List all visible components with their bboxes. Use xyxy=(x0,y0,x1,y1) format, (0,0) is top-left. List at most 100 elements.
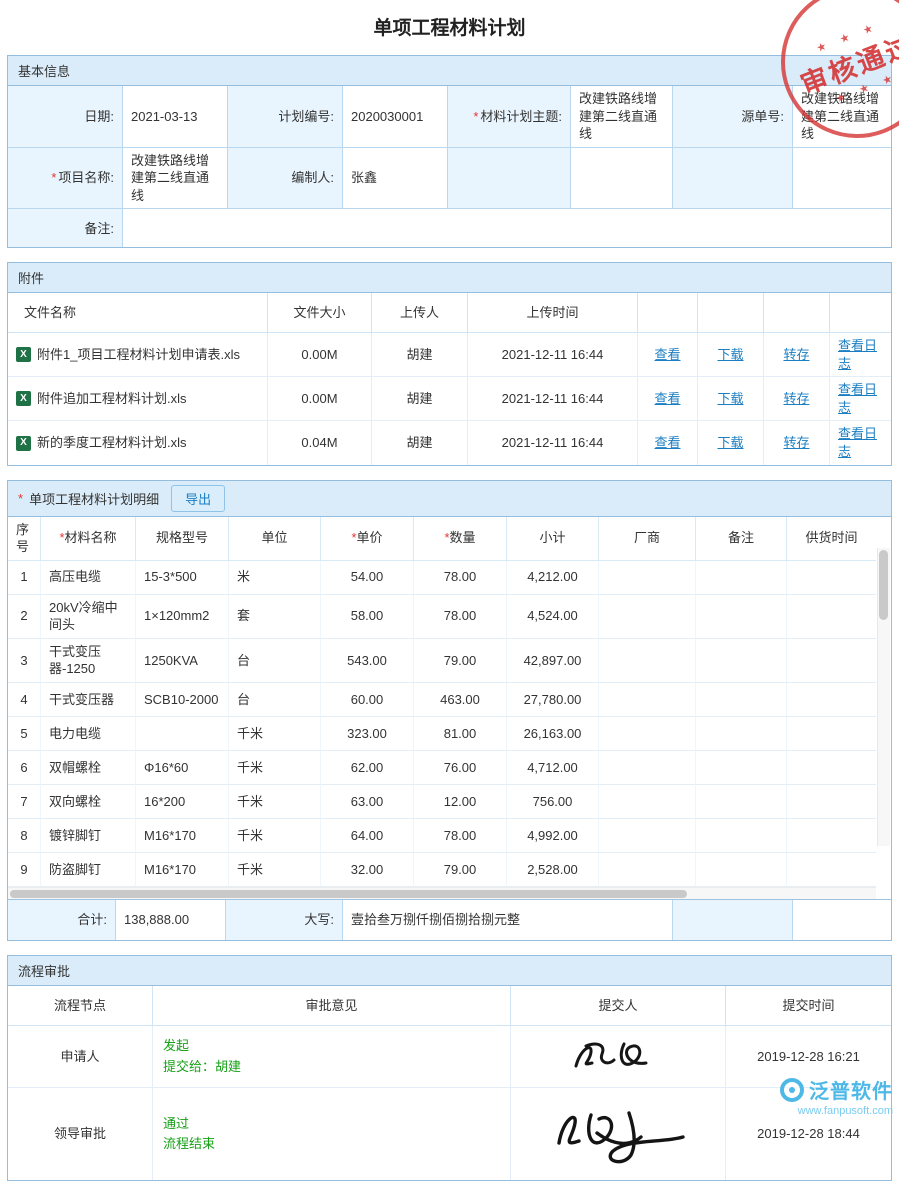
approval-table-header: 流程节点 审批意见 提交人 提交时间 xyxy=(8,986,891,1026)
col-file-size: 文件大小 xyxy=(268,293,372,333)
file-size: 0.04M xyxy=(268,421,372,464)
empty-label-cell xyxy=(448,148,571,210)
source-no-label: 源单号: xyxy=(673,86,793,148)
empty-label-cell xyxy=(673,900,793,940)
attachments-table-header: 文件名称 文件大小 上传人 上传时间 xyxy=(8,293,891,333)
author-value: 张鑫 xyxy=(343,148,448,210)
subject-label: *材料计划主题: xyxy=(448,86,571,148)
col-approval-opinion: 审批意见 xyxy=(153,986,511,1026)
flow-node: 领导审批 xyxy=(8,1088,153,1180)
basic-info-section-header: 基本信息 xyxy=(8,56,891,86)
attachment-row: X附件1_项目工程材料计划申请表.xls 0.00M 胡建 2021-12-11… xyxy=(8,333,891,377)
save-as-link[interactable]: 转存 xyxy=(783,390,809,408)
remark xyxy=(696,717,787,751)
approval-section-header: 流程审批 xyxy=(8,956,891,986)
excel-file-icon: X xyxy=(16,436,31,451)
subtotal: 26,163.00 xyxy=(507,717,599,751)
view-log-link[interactable]: 查看日志 xyxy=(838,337,883,372)
details-section-header: * 单项工程材料计划明细 导出 xyxy=(8,481,891,517)
subtotal: 42,897.00 xyxy=(507,639,599,683)
save-as-link[interactable]: 转存 xyxy=(783,434,809,452)
vendor xyxy=(599,683,696,717)
unit: 台 xyxy=(229,683,321,717)
vertical-scrollbar[interactable] xyxy=(877,548,890,846)
download-link[interactable]: 下载 xyxy=(717,390,743,408)
col-unit: 单位 xyxy=(229,517,321,561)
quantity: 76.00 xyxy=(414,751,507,785)
material-row: 8 镀锌脚钉 M16*170 千米 64.00 78.00 4,992.00 xyxy=(8,819,876,853)
supply-time xyxy=(787,785,876,819)
required-marker: * xyxy=(51,169,56,187)
unit: 台 xyxy=(229,639,321,683)
material-name: 电力电缆 xyxy=(41,717,136,751)
supply-time xyxy=(787,853,876,887)
spec xyxy=(136,717,229,751)
unit-price: 32.00 xyxy=(321,853,414,887)
plan-no-value: 2020030001 xyxy=(343,86,448,148)
unit: 千米 xyxy=(229,717,321,751)
remark-label: 备注: xyxy=(8,209,123,247)
view-log-link[interactable]: 查看日志 xyxy=(838,381,883,416)
subject-label-text: 材料计划主题: xyxy=(480,108,562,126)
col-uploader: 上传人 xyxy=(372,293,468,333)
watermark-brand: 泛普软件 xyxy=(809,1075,893,1104)
col-action-empty xyxy=(698,293,764,333)
file-name-cell: X新的季度工程材料计划.xls xyxy=(8,421,268,464)
attachment-row: X新的季度工程材料计划.xls 0.04M 胡建 2021-12-11 16:4… xyxy=(8,421,891,464)
horizontal-scrollbar-thumb[interactable] xyxy=(10,890,687,898)
horizontal-scrollbar[interactable] xyxy=(8,887,876,899)
unit: 千米 xyxy=(229,853,321,887)
supply-time xyxy=(787,683,876,717)
fanpu-watermark: 泛普软件 www.fanpusoft.com xyxy=(780,1075,893,1117)
file-size: 0.00M xyxy=(268,333,372,377)
seq: 9 xyxy=(8,853,41,887)
subject-value: 改建铁路线增建第二线直通线 xyxy=(571,86,673,148)
subtotal: 4,992.00 xyxy=(507,819,599,853)
project-name-label-text: 项目名称: xyxy=(58,169,114,187)
spec: Φ16*60 xyxy=(136,751,229,785)
subtotal: 4,712.00 xyxy=(507,751,599,785)
author-label: 编制人: xyxy=(228,148,343,210)
remark-value xyxy=(123,209,891,247)
remark xyxy=(696,683,787,717)
supply-time xyxy=(787,595,876,639)
view-log-link[interactable]: 查看日志 xyxy=(838,425,883,460)
supply-time xyxy=(787,639,876,683)
details-table: 序号 *材料名称 规格型号 单位 *单价 *数量 小计 厂商 备注 供货时间 1… xyxy=(8,517,891,899)
download-link[interactable]: 下载 xyxy=(717,434,743,452)
subtotal: 4,524.00 xyxy=(507,595,599,639)
quantity: 12.00 xyxy=(414,785,507,819)
seq: 5 xyxy=(8,717,41,751)
project-name-label: *项目名称: xyxy=(8,148,123,210)
spec: 16*200 xyxy=(136,785,229,819)
view-link[interactable]: 查看 xyxy=(654,390,680,408)
unit-price: 60.00 xyxy=(321,683,414,717)
unit-price: 543.00 xyxy=(321,639,414,683)
supply-time xyxy=(787,819,876,853)
view-link[interactable]: 查看 xyxy=(654,346,680,364)
vendor xyxy=(599,639,696,683)
col-quantity-text: 数量 xyxy=(450,529,476,547)
supply-time xyxy=(787,561,876,595)
material-row: 2 20kV冷缩中间头 1×120mm2 套 58.00 78.00 4,524… xyxy=(8,595,876,639)
file-name-cell: X附件追加工程材料计划.xls xyxy=(8,377,268,421)
date-value: 2021-03-13 xyxy=(123,86,228,148)
spec: 1×120mm2 xyxy=(136,595,229,639)
material-row: 5 电力电缆 千米 323.00 81.00 26,163.00 xyxy=(8,717,876,751)
download-link[interactable]: 下载 xyxy=(717,346,743,364)
details-total-row: 合计: 138,888.00 大写: 壹拾叁万捌仟捌佰捌拾捌元整 xyxy=(8,899,891,940)
col-spec: 规格型号 xyxy=(136,517,229,561)
remark xyxy=(696,639,787,683)
view-link[interactable]: 查看 xyxy=(654,434,680,452)
approval-row: 领导审批 通过 流程结束 2019-12-28 18:44 xyxy=(8,1088,891,1180)
vertical-scrollbar-thumb[interactable] xyxy=(879,550,888,620)
material-name: 20kV冷缩中间头 xyxy=(41,595,136,639)
vendor xyxy=(599,819,696,853)
quantity: 78.00 xyxy=(414,561,507,595)
empty-value-cell xyxy=(793,900,891,940)
page-title: 单项工程材料计划 xyxy=(7,0,892,55)
upload-time: 2021-12-11 16:44 xyxy=(468,377,638,421)
export-button[interactable]: 导出 xyxy=(171,485,225,512)
opinion-line-2: 提交给：胡建 xyxy=(163,1058,241,1076)
save-as-link[interactable]: 转存 xyxy=(783,346,809,364)
